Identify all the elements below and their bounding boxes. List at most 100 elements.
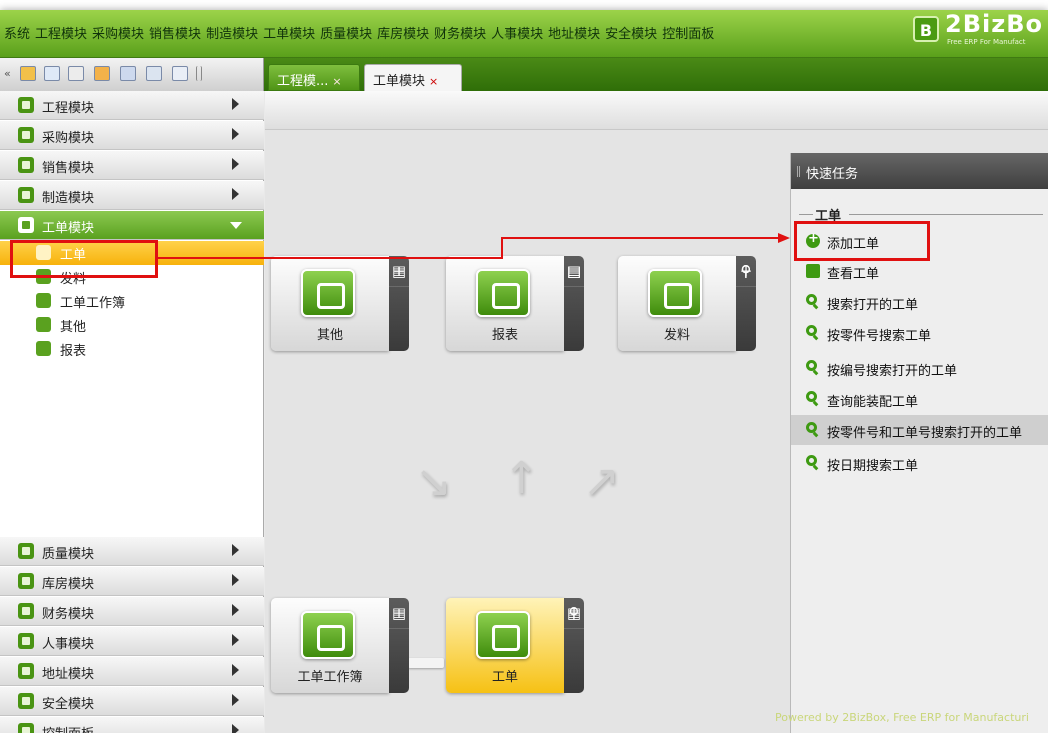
menu-purchasing[interactable]: 采购模块: [90, 23, 146, 42]
close-icon[interactable]: ×: [429, 75, 438, 88]
chevron-right-icon: [232, 604, 239, 616]
tile-face[interactable]: 发料: [618, 256, 736, 351]
empty-action: [389, 598, 409, 629]
tile-material-issue: 发料 + ⚲ ⚲: [618, 256, 756, 351]
menu-sales[interactable]: 销售模块: [147, 23, 203, 42]
quick-task-query-assemble[interactable]: 查询能装配工单: [791, 384, 1048, 414]
menu-quality[interactable]: 质量模块: [318, 23, 374, 42]
module-icon: [18, 573, 34, 589]
sidebar-module-engineering[interactable]: 工程模块: [0, 91, 264, 120]
arrow-down-right-icon: ↘: [415, 456, 452, 507]
sidebar-item-other[interactable]: 其他: [0, 313, 264, 337]
mail-icon[interactable]: [44, 66, 60, 81]
tile-face[interactable]: 工单: [446, 598, 564, 693]
chevron-right-icon: [232, 634, 239, 646]
menu-work-order[interactable]: 工单模块: [261, 23, 317, 42]
sidebar-module-security[interactable]: 安全模块: [0, 687, 264, 716]
workbook-icon: [36, 293, 51, 308]
sidebar-item-label: 工单工作簿: [60, 296, 126, 311]
tile-face[interactable]: 其他: [271, 256, 389, 351]
annotation-line: [158, 257, 502, 259]
chevron-right-icon: [232, 664, 239, 676]
sidebar-module-warehouse[interactable]: 库房模块: [0, 567, 264, 596]
quick-task-label: 搜索打开的工单: [827, 298, 919, 313]
module-icon: [18, 603, 34, 619]
search-icon[interactable]: ⚲: [564, 598, 584, 629]
search-icon: [806, 422, 817, 433]
sidebar-module-purchasing[interactable]: 采购模块: [0, 121, 264, 150]
search-icon: [806, 391, 817, 402]
users-icon[interactable]: [20, 66, 36, 81]
quick-task-label: 按零件号和工单号搜索打开的工单: [827, 426, 1023, 441]
quick-tasks-section: 工单: [797, 205, 1043, 224]
tile-workbook: 工单工作簿 + ▤: [271, 598, 409, 693]
menu-address[interactable]: 地址模块: [546, 23, 602, 42]
chevron-right-icon: [232, 724, 239, 733]
sidebar-module-finance[interactable]: 财务模块: [0, 597, 264, 626]
quick-tasks-title: 快速任务: [806, 167, 859, 182]
sidebar-module-work-order[interactable]: 工单模块: [0, 211, 264, 240]
tab-engineering[interactable]: 工程模... ×: [268, 64, 360, 91]
search-icon: [806, 455, 817, 466]
logo-name: 2BizBo: [945, 10, 1043, 38]
report-icon: [36, 341, 51, 356]
menu-finance[interactable]: 财务模块: [432, 23, 488, 42]
chart-icon[interactable]: [94, 66, 110, 81]
sidebar-item-workbook[interactable]: 工单工作簿: [0, 289, 264, 313]
module-icon: [18, 97, 34, 113]
sidebar-module-hr[interactable]: 人事模块: [0, 627, 264, 656]
settings-icon[interactable]: [146, 66, 162, 81]
window-icon[interactable]: [120, 66, 136, 81]
tile-label: 工单: [491, 670, 518, 685]
quick-tasks-header: 快速任务: [791, 153, 1048, 189]
quick-task-search-part-and-number[interactable]: 按零件号和工单号搜索打开的工单: [791, 415, 1048, 445]
module-label: 采购模块: [42, 131, 95, 146]
arrow-up-icon: ↑: [503, 453, 540, 504]
menu-control-panel[interactable]: 控制面板: [660, 23, 716, 42]
sidebar-module-control-panel[interactable]: 控制面板: [0, 717, 264, 733]
sidebar-item-report[interactable]: 报表: [0, 337, 264, 361]
search-icon: [806, 360, 817, 371]
tile-actions: + ⚲ ⚲: [736, 256, 756, 351]
module-label: 安全模块: [42, 697, 95, 712]
tab-label: 工单模块: [373, 74, 426, 89]
menu-manufacturing[interactable]: 制造模块: [204, 23, 260, 42]
menu-security[interactable]: 安全模块: [603, 23, 659, 42]
chevron-right-icon: [232, 98, 239, 110]
tile-face[interactable]: 工单工作簿: [271, 598, 389, 693]
quick-task-search-by-date[interactable]: 按日期搜索工单: [791, 448, 1048, 478]
quick-task-search-by-part[interactable]: 按零件号搜索工单: [791, 318, 1048, 348]
quick-task-search-by-number[interactable]: 按编号搜索打开的工单: [791, 353, 1048, 383]
annotation-line: [501, 237, 779, 239]
sidebar-module-manufacturing[interactable]: 制造模块: [0, 181, 264, 210]
close-icon[interactable]: ×: [332, 75, 341, 88]
sidebar-module-address[interactable]: 地址模块: [0, 657, 264, 686]
add-icon[interactable]: +: [389, 256, 409, 287]
menu-hr[interactable]: 人事模块: [489, 23, 545, 42]
sidebar-module-quality[interactable]: 质量模块: [0, 537, 264, 566]
section-divider: [799, 214, 813, 215]
tile-face[interactable]: 报表: [446, 256, 564, 351]
menu-system[interactable]: 系统: [2, 23, 32, 42]
search-icon[interactable]: ⚲: [736, 256, 756, 287]
module-label: 工程模块: [42, 101, 95, 116]
menu-engineering[interactable]: 工程模块: [33, 23, 89, 42]
tab-work-order[interactable]: 工单模块 ×: [364, 64, 462, 91]
module-icon: [18, 543, 34, 559]
document-icon[interactable]: ▤: [564, 256, 584, 287]
collapse-icon[interactable]: «: [4, 67, 20, 82]
annotation-arrowhead: [778, 233, 790, 243]
annotation-line: [501, 238, 503, 259]
home-icon[interactable]: [172, 66, 188, 81]
module-label: 工单模块: [42, 221, 95, 236]
chevron-right-icon: [232, 694, 239, 706]
logo: B 2BizBo Free ERP For Manufact: [913, 10, 1048, 48]
documents-icon[interactable]: [68, 66, 84, 81]
quick-task-search-open[interactable]: 搜索打开的工单: [791, 287, 1048, 317]
logo-tagline: Free ERP For Manufact: [947, 38, 1026, 46]
tile-report: 报表 ▤ ▤ ▤: [446, 256, 584, 351]
view-icon: [806, 264, 820, 278]
chevron-right-icon: [232, 128, 239, 140]
sidebar-module-sales[interactable]: 销售模块: [0, 151, 264, 180]
menu-warehouse[interactable]: 库房模块: [375, 23, 431, 42]
